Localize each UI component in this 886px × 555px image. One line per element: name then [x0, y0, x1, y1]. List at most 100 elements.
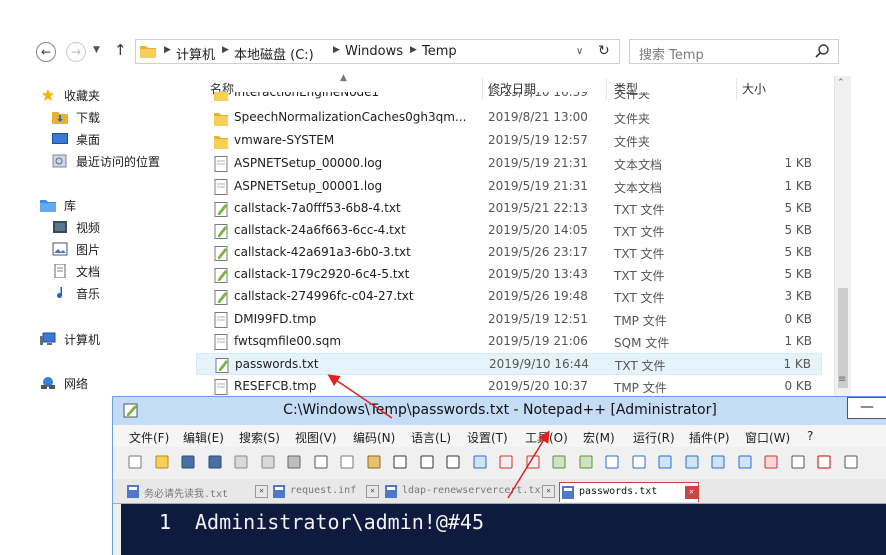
forward-button[interactable]: →: [66, 42, 86, 62]
menu-item[interactable]: ?: [807, 429, 813, 443]
menu-item[interactable]: 设置(T): [467, 429, 508, 446]
file-row[interactable]: fwtsqmfile00.sqm 2019/5/19 21:06 SQM 文件 1 K…: [196, 331, 822, 353]
breadcrumb-windows[interactable]: Windows: [345, 44, 403, 59]
monitor-icon[interactable]: [763, 454, 779, 470]
menu-item[interactable]: 运行(R): [633, 429, 675, 446]
search-icon[interactable]: [814, 43, 830, 59]
new-file-icon[interactable]: [127, 454, 143, 470]
file-type: TXT 文件: [615, 359, 666, 373]
file-icon: [214, 379, 228, 395]
document-tab[interactable]: passwords.txt ✕: [559, 482, 699, 502]
chevron-down-icon[interactable]: ∨: [576, 46, 583, 57]
file-size: 5 KB: [784, 245, 812, 259]
redo-icon[interactable]: [419, 454, 435, 470]
file-row[interactable]: callstack-42a691a3-6b0-3.txt 2019/5/26 23…: [196, 242, 822, 264]
document-tab[interactable]: 务必请先读我.txt ✕: [125, 482, 270, 502]
file-row[interactable]: callstack-274996fc-c04-27.txt 2019/5/26 1…: [196, 286, 822, 308]
zoom-in-icon[interactable]: [498, 454, 514, 470]
file-name: callstack-274996fc-c04-27.txt: [234, 289, 414, 303]
tab-close-icon[interactable]: ✕: [366, 485, 379, 498]
undo-icon[interactable]: [392, 454, 408, 470]
menu-item[interactable]: 窗口(W): [745, 429, 790, 446]
tab-close-icon[interactable]: ✕: [685, 486, 698, 499]
file-row[interactable]: DMI99FD.tmp 2019/5/19 12:51 TMP 文件 0 KB: [196, 309, 822, 331]
menu-item[interactable]: 搜索(S): [239, 429, 280, 446]
menu-item[interactable]: 编码(N): [353, 429, 395, 446]
file-date: 2019/5/20 13:43: [488, 267, 588, 281]
minimize-button[interactable]: —: [847, 397, 886, 419]
breadcrumb-computer[interactable]: 计算机: [176, 44, 215, 63]
back-button[interactable]: ←: [36, 42, 56, 62]
file-row[interactable]: callstack-7a0fff53-6b8-4.txt 2019/5/21 22…: [196, 198, 822, 220]
file-type: TXT 文件: [614, 291, 665, 305]
file-type: TXT 文件: [614, 225, 665, 239]
tab-close-icon[interactable]: ✕: [255, 485, 268, 498]
document-tab[interactable]: ldap-renewservercert.txt ✕: [383, 482, 557, 502]
function-list-icon[interactable]: [710, 454, 726, 470]
file-name: vmware-SYSTEM: [234, 133, 335, 147]
file-name: RESEFCB.tmp: [234, 379, 317, 393]
file-row[interactable]: callstack-179c2920-6c4-5.txt 2019/5/20 13…: [196, 264, 822, 286]
zoom-out-icon[interactable]: [525, 454, 541, 470]
word-wrap-icon[interactable]: [604, 454, 620, 470]
indent-guide-icon[interactable]: [657, 454, 673, 470]
document-tab[interactable]: request.inf ✕: [271, 482, 381, 502]
file-type: TXT 文件: [614, 203, 665, 217]
menu-item[interactable]: 语言(L): [411, 429, 451, 446]
vertical-scrollbar[interactable]: ⌃ ≡: [834, 76, 851, 396]
file-row[interactable]: InteractionEngineNode1 2019/9/10 16:39 文件夹: [196, 92, 822, 104]
file-type: 文件夹: [614, 135, 651, 149]
menu-item[interactable]: 插件(P): [689, 429, 730, 446]
file-row[interactable]: vmware-SYSTEM 2019/5/19 12:57 文件夹: [196, 130, 822, 152]
file-name: passwords.txt: [235, 357, 319, 371]
menu-item[interactable]: 编辑(E): [183, 429, 224, 446]
up-folder-button[interactable]: ↑: [114, 41, 127, 59]
menu-item[interactable]: 宏(M): [583, 429, 615, 446]
address-bar[interactable]: ▶ 计算机 ▶ 本地磁盘 (C:) ▶ Windows ▶ Temp ∨ ↻: [135, 39, 620, 64]
scrollbar-thumb[interactable]: [838, 288, 848, 388]
folder-workspace-icon[interactable]: [737, 454, 753, 470]
replace-icon[interactable]: [472, 454, 488, 470]
recent-locations-dropdown-icon[interactable]: ▼: [93, 45, 100, 55]
breadcrumb-separator-icon: ▶: [164, 45, 171, 55]
print-icon[interactable]: [286, 454, 302, 470]
menu-item[interactable]: 视图(V): [295, 429, 337, 446]
file-row[interactable]: passwords.txt 2019/9/10 16:44 TXT 文件 1 KB: [196, 353, 822, 375]
refresh-icon[interactable]: ↻: [598, 43, 610, 59]
file-size: 1 KB: [783, 357, 811, 371]
sync-v-icon[interactable]: [551, 454, 567, 470]
save-all-icon[interactable]: [207, 454, 223, 470]
copy-icon[interactable]: [339, 454, 355, 470]
title-bar[interactable]: C:\Windows\Temp\passwords.txt - Notepad+…: [113, 397, 886, 425]
open-file-icon[interactable]: [154, 454, 170, 470]
editor-line-text[interactable]: Administrator\admin!@#45: [195, 510, 484, 534]
file-row[interactable]: SpeechNormalizationCaches0gh3qm... 2019/8…: [196, 107, 822, 129]
paste-icon[interactable]: [366, 454, 382, 470]
eye-icon[interactable]: [790, 454, 806, 470]
search-input[interactable]: 搜索 Temp: [629, 39, 839, 64]
file-type: 文件夹: [614, 92, 651, 101]
menu-item[interactable]: 工具(O): [525, 429, 568, 446]
cut-icon[interactable]: [313, 454, 329, 470]
file-row[interactable]: callstack-24a6f663-6cc-4.txt 2019/5/20 14…: [196, 220, 822, 242]
sync-h-icon[interactable]: [578, 454, 594, 470]
scroll-up-arrow-icon[interactable]: ⌃: [837, 78, 845, 88]
tab-close-icon[interactable]: ✕: [542, 485, 555, 498]
find-icon[interactable]: [445, 454, 461, 470]
save-icon[interactable]: [180, 454, 196, 470]
menu-item[interactable]: 文件(F): [129, 429, 169, 446]
breadcrumb-temp[interactable]: Temp: [422, 44, 457, 59]
breadcrumb-local-disk[interactable]: 本地磁盘 (C:): [234, 44, 314, 63]
file-row[interactable]: ASPNETSetup_00000.log 2019/5/19 21:31 文本文档…: [196, 153, 822, 175]
close-icon[interactable]: [233, 454, 249, 470]
show-all-icon[interactable]: [631, 454, 647, 470]
file-date: 2019/5/26 23:17: [488, 245, 588, 259]
stop-macro-icon[interactable]: [843, 454, 859, 470]
file-row[interactable]: ASPNETSetup_00001.log 2019/5/19 21:31 文本文档…: [196, 176, 822, 198]
editor-area[interactable]: 1 Administrator\admin!@#45: [121, 504, 886, 555]
close-all-icon[interactable]: [260, 454, 276, 470]
file-row[interactable]: RESEFCB.tmp 2019/5/20 10:37 TMP 文件 0 KB: [196, 376, 822, 397]
doc-map-icon[interactable]: [684, 454, 700, 470]
record-macro-icon[interactable]: [816, 454, 832, 470]
file-name: callstack-179c2920-6c4-5.txt: [234, 267, 410, 281]
